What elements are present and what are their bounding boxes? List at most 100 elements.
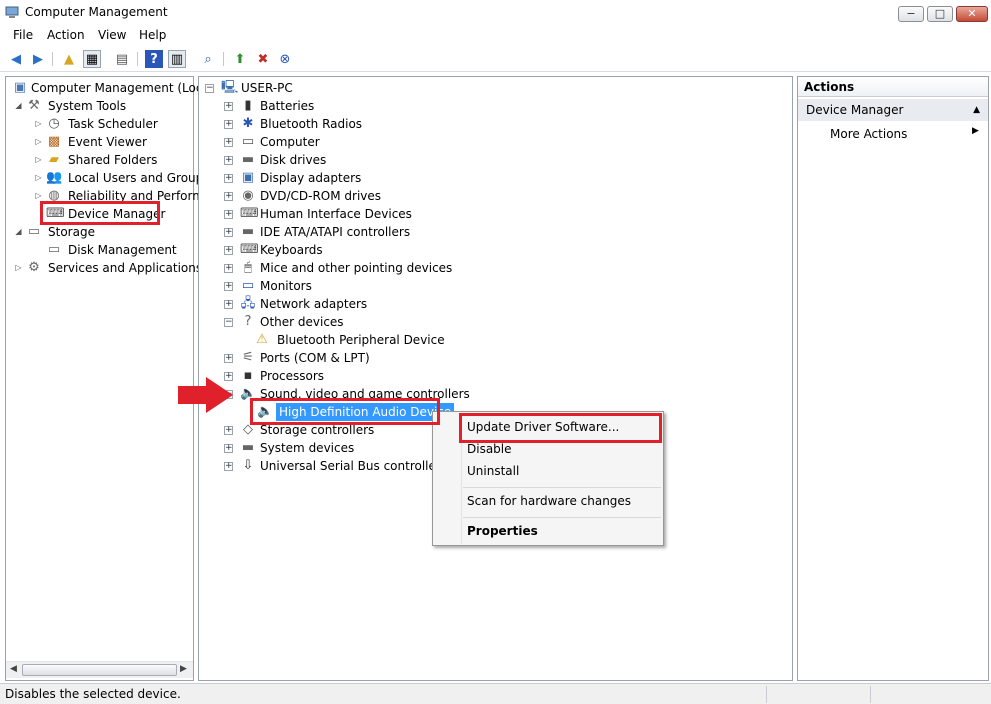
device-tree-pane: − 🖳 USER-PC + ▮ Batteries + ✱ Bluetooth Radio…: [198, 76, 793, 681]
expand-box-icon[interactable]: +: [224, 264, 233, 273]
expand-box-icon[interactable]: +: [224, 246, 233, 255]
expand-box-icon[interactable]: +: [224, 174, 233, 183]
collapse-box-icon[interactable]: −: [205, 84, 214, 93]
collapsed-arrow-icon[interactable]: ▷: [34, 191, 43, 200]
show-hide-tree-icon[interactable]: ▦: [83, 50, 101, 68]
expand-box-icon[interactable]: +: [224, 120, 233, 129]
device-tree-label: DVD/CD-ROM drives: [260, 189, 382, 203]
device-tree-label: System devices: [260, 441, 355, 455]
bluetooth-radios-icon: ✱: [242, 116, 254, 131]
clock-icon: ◷: [48, 116, 60, 131]
menu-view[interactable]: View: [98, 28, 126, 42]
collapsed-arrow-icon[interactable]: ▷: [34, 137, 43, 146]
context-menu: Update Driver Software... Disable Uninst…: [432, 411, 664, 546]
disable-device-icon[interactable]: ✖: [254, 50, 272, 68]
menu-bar: File Action View Help: [0, 26, 991, 46]
scroll-left-icon[interactable]: ◀: [10, 664, 17, 674]
collapse-up-icon[interactable]: ▲: [973, 99, 980, 121]
expand-box-icon[interactable]: +: [224, 138, 233, 147]
minimize-button[interactable]: −: [898, 6, 924, 22]
mice-icon: 🖱: [244, 260, 252, 275]
status-text: Disables the selected device.: [5, 687, 181, 701]
maximize-button[interactable]: □: [927, 6, 953, 22]
users-icon: 👥: [46, 170, 63, 185]
window-title: Computer Management: [25, 5, 168, 19]
hid-icon: ⌨: [240, 206, 259, 221]
actions-device-manager[interactable]: Device Manager ▲: [798, 99, 988, 121]
expand-box-icon[interactable]: +: [224, 156, 233, 165]
device-tree-label: Keyboards: [260, 243, 323, 257]
show-action-pane-icon[interactable]: ▥: [168, 50, 186, 68]
horizontal-scrollbar[interactable]: ◀ ▶: [6, 661, 193, 678]
computer-icon: 🖳: [221, 80, 239, 95]
console-tree-pane: ▣ Computer Management (Local ◢ ⚒ System …: [5, 76, 213, 681]
usb-controllers-icon: ⇩: [242, 458, 254, 473]
update-driver-icon[interactable]: ⬆: [231, 50, 249, 68]
expand-box-icon[interactable]: +: [224, 354, 233, 363]
dvd-drives-icon: ◉: [242, 188, 254, 203]
device-tree-label: Computer: [260, 135, 320, 149]
uninstall-menu-item[interactable]: Uninstall: [467, 464, 519, 478]
network-adapters-icon: 🖧: [240, 296, 256, 311]
scroll-right-icon[interactable]: ▶: [180, 664, 187, 674]
properties-icon[interactable]: ▤: [113, 50, 131, 68]
device-tree-label: Monitors: [260, 279, 312, 293]
properties-menu-item[interactable]: Properties: [467, 524, 538, 538]
device-tree-label: Bluetooth Peripheral Device: [277, 333, 445, 347]
help-icon[interactable]: ?: [145, 50, 163, 68]
batteries-icon: ▮: [244, 98, 252, 113]
actions-header: Actions: [798, 77, 988, 97]
back-icon[interactable]: ◀: [7, 50, 25, 68]
expand-box-icon[interactable]: +: [224, 210, 233, 219]
device-tree-label: Mice and other pointing devices: [260, 261, 453, 275]
collapsed-arrow-icon[interactable]: ▷: [34, 173, 43, 182]
scrollbar-thumb[interactable]: [22, 664, 177, 676]
expand-box-icon[interactable]: +: [224, 444, 233, 453]
disable-menu-item[interactable]: Disable: [467, 442, 512, 456]
collapsed-arrow-icon[interactable]: ▷: [34, 119, 43, 128]
processors-icon: ▪: [243, 368, 253, 383]
expand-box-icon[interactable]: +: [224, 102, 233, 111]
forward-icon[interactable]: ▶: [29, 50, 47, 68]
uninstall-device-icon[interactable]: ⊗: [276, 50, 294, 68]
collapsed-arrow-icon[interactable]: ▷: [34, 155, 43, 164]
up-folder-icon[interactable]: ▲: [60, 50, 78, 68]
device-tree-label: Processors: [260, 369, 325, 383]
scan-hardware-icon[interactable]: ⌕: [199, 50, 217, 68]
device-tree-label: Human Interface Devices: [260, 207, 412, 221]
device-manager-icon: ⌨: [46, 206, 65, 221]
system-tools-icon: ⚒: [28, 98, 40, 113]
expand-box-icon[interactable]: +: [224, 462, 233, 471]
expand-box-icon[interactable]: +: [224, 282, 233, 291]
update-driver-menu-item[interactable]: Update Driver Software...: [467, 420, 619, 434]
device-tree-label: Network adapters: [260, 297, 368, 311]
bluetooth-peripheral-icon: ⚠: [256, 332, 268, 347]
expanded-arrow-icon[interactable]: ◢: [14, 101, 23, 110]
status-bar: Disables the selected device.: [0, 683, 991, 704]
menu-action[interactable]: Action: [47, 28, 85, 42]
ports-icon: ⚟: [242, 350, 254, 365]
expand-box-icon[interactable]: +: [224, 300, 233, 309]
collapse-box-icon[interactable]: −: [224, 318, 233, 327]
more-actions-item[interactable]: More Actions: [830, 125, 907, 143]
menu-file[interactable]: File: [13, 28, 33, 42]
toolbar: ◀ ▶ ▲ ▦ ▤ ? ▥ ⌕ ⬆ ✖ ⊗: [0, 46, 991, 72]
title-bar: Computer Management − □ ✕: [0, 0, 991, 26]
expand-box-icon[interactable]: +: [224, 426, 233, 435]
close-button[interactable]: ✕: [956, 6, 988, 22]
computer-management-icon: [5, 6, 19, 18]
device-tree-label: IDE ATA/ATAPI controllers: [260, 225, 411, 239]
expand-box-icon[interactable]: +: [224, 228, 233, 237]
red-arrow-icon: [178, 377, 233, 413]
collapsed-arrow-icon[interactable]: ▷: [14, 263, 23, 272]
keyboards-icon: ⌨: [240, 242, 259, 257]
menu-help[interactable]: Help: [139, 28, 166, 42]
device-tree-label: Other devices: [260, 315, 344, 329]
scan-hardware-menu-item[interactable]: Scan for hardware changes: [467, 494, 631, 508]
expanded-arrow-icon[interactable]: ◢: [14, 227, 23, 236]
expand-box-icon[interactable]: +: [224, 192, 233, 201]
device-tree-label: Bluetooth Radios: [260, 117, 363, 131]
computer-management-window: Computer Management − □ ✕ File Action Vi…: [0, 0, 991, 704]
disk-icon: ▭: [47, 242, 61, 257]
device-tree-label: Batteries: [260, 99, 315, 113]
